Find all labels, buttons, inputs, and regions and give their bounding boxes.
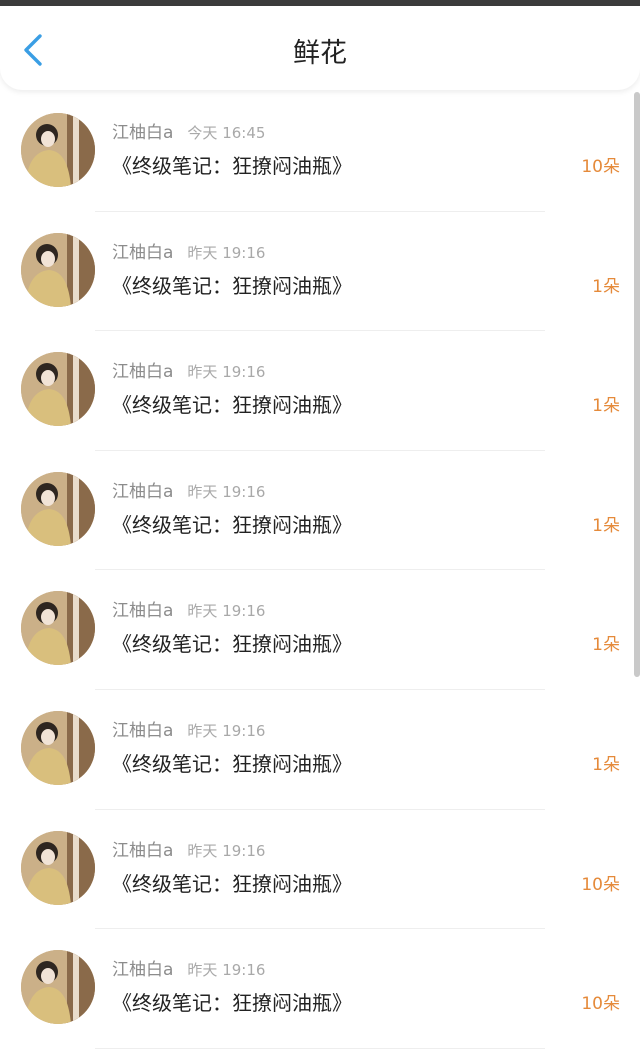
- list-item[interactable]: 江柚白a 昨天 19:16 《终级笔记：狂撩闷油瓶》 10朵: [0, 810, 640, 930]
- username[interactable]: 江柚白a: [112, 721, 173, 741]
- record-meta: 江柚白a 昨天 19:16: [112, 481, 265, 503]
- avatar[interactable]: [21, 830, 95, 905]
- book-title[interactable]: 《终级笔记：狂撩闷油瓶》: [112, 391, 352, 419]
- list-item[interactable]: 江柚白a 昨天 19:16 《终级笔记：狂撩闷油瓶》 1朵: [0, 570, 640, 690]
- username[interactable]: 江柚白a: [112, 601, 173, 621]
- flower-count: 1朵: [592, 515, 620, 536]
- avatar[interactable]: [21, 950, 95, 1025]
- timestamp: 昨天 19:16: [187, 243, 266, 262]
- avatar[interactable]: [21, 232, 95, 307]
- avatar[interactable]: [21, 352, 95, 427]
- timestamp: 昨天 19:16: [187, 961, 266, 980]
- flower-count: 10朵: [581, 157, 620, 177]
- timestamp: 昨天 19:16: [187, 363, 266, 382]
- username[interactable]: 江柚白a: [112, 841, 173, 861]
- username[interactable]: 江柚白a: [112, 482, 173, 502]
- flower-count: 1朵: [592, 396, 620, 417]
- timestamp: 昨天 19:16: [187, 841, 266, 860]
- record-meta: 江柚白a 昨天 19:16: [112, 242, 265, 264]
- flower-count: 10朵: [581, 994, 620, 1015]
- book-title[interactable]: 《终级笔记：狂撩闷油瓶》: [112, 511, 352, 539]
- username[interactable]: 江柚白a: [112, 960, 173, 980]
- book-title[interactable]: 《终级笔记：狂撩闷油瓶》: [112, 870, 352, 898]
- record-meta: 江柚白a 昨天 19:16: [112, 959, 265, 981]
- username[interactable]: 江柚白a: [112, 243, 173, 263]
- flower-count: 1朵: [592, 276, 620, 297]
- record-meta: 江柚白a 今天 16:45: [112, 122, 265, 144]
- timestamp: 昨天 19:16: [187, 602, 266, 621]
- flower-count: 1朵: [592, 635, 620, 656]
- book-title[interactable]: 《终级笔记：狂撩闷油瓶》: [112, 750, 352, 778]
- flower-record-list: 江柚白a 今天 16:45 《终级笔记：狂撩闷油瓶》 10朵 江柚白a 昨天 19:…: [0, 92, 640, 1050]
- record-meta: 江柚白a 昨天 19:16: [112, 361, 265, 383]
- record-meta: 江柚白a 昨天 19:16: [112, 840, 265, 862]
- flower-count: 10朵: [581, 874, 620, 895]
- avatar[interactable]: [21, 471, 95, 546]
- avatar[interactable]: [21, 591, 95, 666]
- page-title: 鲜花: [293, 38, 347, 69]
- list-item[interactable]: 江柚白a 昨天 19:16 《终级笔记：狂撩闷油瓶》 1朵: [0, 331, 640, 451]
- username[interactable]: 江柚白a: [112, 362, 173, 382]
- timestamp: 今天 16:45: [187, 124, 266, 142]
- list-item[interactable]: 江柚白a 昨天 19:16 《终级笔记：狂撩闷油瓶》 1朵: [0, 212, 640, 332]
- list-item[interactable]: 江柚白a 昨天 19:16 《终级笔记：狂撩闷油瓶》 1朵: [0, 451, 640, 571]
- book-title[interactable]: 《终级笔记：狂撩闷油瓶》: [112, 272, 352, 300]
- username[interactable]: 江柚白a: [112, 123, 173, 143]
- record-meta: 江柚白a 昨天 19:16: [112, 720, 265, 742]
- avatar[interactable]: [21, 113, 95, 187]
- divider: [95, 1047, 545, 1049]
- book-title[interactable]: 《终级笔记：狂撩闷油瓶》: [112, 989, 352, 1017]
- avatar[interactable]: [21, 710, 95, 785]
- timestamp: 昨天 19:16: [187, 721, 266, 740]
- flower-count: 1朵: [592, 754, 620, 775]
- scrollbar[interactable]: [634, 92, 640, 677]
- timestamp: 昨天 19:16: [187, 482, 266, 501]
- record-meta: 江柚白a 昨天 19:16: [112, 600, 265, 622]
- book-title[interactable]: 《终级笔记：狂撩闷油瓶》: [112, 152, 352, 180]
- list-item[interactable]: 江柚白a 昨天 19:16 《终级笔记：狂撩闷油瓶》 1朵: [0, 690, 640, 810]
- header-bar: 鲜花: [0, 6, 640, 90]
- list-item[interactable]: 江柚白a 昨天 19:16 《终级笔记：狂撩闷油瓶》 10朵: [0, 929, 640, 1049]
- list-item[interactable]: 江柚白a 今天 16:45 《终级笔记：狂撩闷油瓶》 10朵: [0, 92, 640, 212]
- book-title[interactable]: 《终级笔记：狂撩闷油瓶》: [112, 630, 352, 658]
